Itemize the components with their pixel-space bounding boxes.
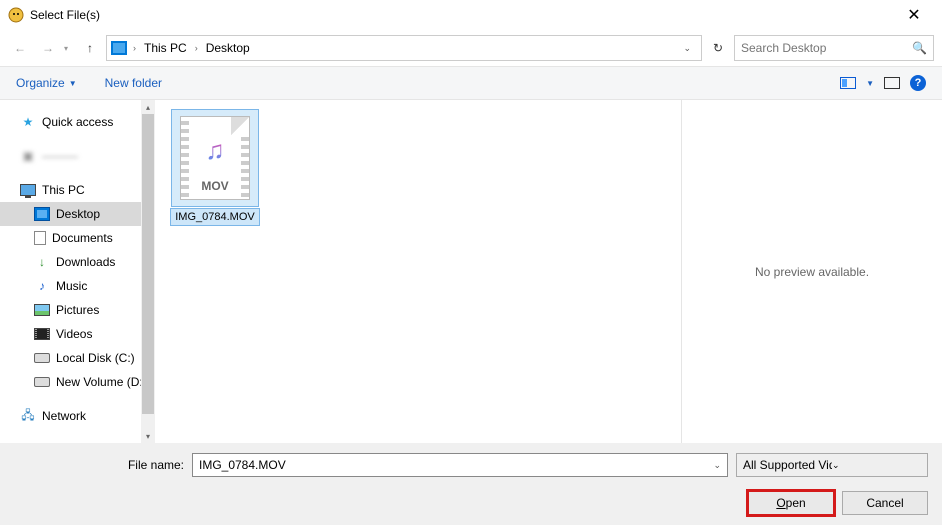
download-icon: ↓ <box>34 255 50 269</box>
scroll-up-icon[interactable]: ▴ <box>141 100 155 114</box>
music-note-icon: ♫ <box>181 135 249 166</box>
music-icon: ♪ <box>34 279 50 293</box>
toolbar: Organize ▼ New folder ▼ ? <box>0 66 942 100</box>
sidebar-item-redacted[interactable]: ▣ ——— <box>0 144 155 168</box>
desktop-icon <box>34 207 50 221</box>
refresh-button[interactable]: ↻ <box>706 36 730 60</box>
forward-button[interactable]: → <box>36 36 60 60</box>
sidebar-label: New Volume (D:) <box>56 375 147 389</box>
filetype-filter[interactable]: All Supported Video Files(*.ts;*. ⌄ <box>736 453 928 477</box>
scroll-thumb[interactable] <box>142 114 154 414</box>
main-area: ★ Quick access ▣ ——— This PC Desktop Doc… <box>0 100 942 443</box>
pc-icon <box>111 41 127 55</box>
close-button[interactable]: ✕ <box>894 5 934 25</box>
sidebar-label: Downloads <box>56 255 115 269</box>
open-button[interactable]: Open <box>748 491 834 515</box>
sidebar-item-quick-access[interactable]: ★ Quick access <box>0 110 155 134</box>
breadcrumb[interactable]: › This PC › Desktop ⌄ <box>106 35 702 61</box>
sidebar-item-homegroup[interactable]: 👥 Homegroup <box>0 438 155 443</box>
sidebar-item-local-disk[interactable]: Local Disk (C:) <box>0 346 155 370</box>
chevron-down-icon[interactable]: ⌄ <box>677 43 697 54</box>
preview-empty-label: No preview available. <box>755 265 869 279</box>
cancel-label: Cancel <box>866 496 903 510</box>
sidebar-label: Pictures <box>56 303 99 317</box>
videos-icon <box>34 328 50 340</box>
pc-icon <box>20 184 36 196</box>
preview-pane-icon[interactable] <box>884 77 900 89</box>
app-icon <box>8 7 24 23</box>
view-mode-icon[interactable] <box>840 77 856 89</box>
sidebar-label: Desktop <box>56 207 100 221</box>
sidebar-label: Quick access <box>42 115 113 129</box>
open-rest: pen <box>786 496 806 510</box>
nav-bar: ← → ▾ ↑ › This PC › Desktop ⌄ ↻ 🔍 <box>0 30 942 66</box>
sidebar-item-videos[interactable]: Videos <box>0 322 155 346</box>
sidebar-item-this-pc[interactable]: This PC <box>0 178 155 202</box>
chevron-down-icon[interactable]: ⌄ <box>707 460 721 471</box>
history-dropdown-icon[interactable]: ▾ <box>64 44 74 53</box>
breadcrumb-this-pc[interactable]: This PC <box>142 41 189 55</box>
new-folder-label: New folder <box>105 76 162 90</box>
sidebar-label: Music <box>56 279 87 293</box>
preview-pane: No preview available. <box>682 100 942 443</box>
disk-icon <box>34 377 50 387</box>
filename-combobox[interactable]: ⌄ <box>192 453 728 477</box>
search-box[interactable]: 🔍 <box>734 35 934 61</box>
sidebar-item-downloads[interactable]: ↓ Downloads <box>0 250 155 274</box>
sidebar: ★ Quick access ▣ ——— This PC Desktop Doc… <box>0 100 155 443</box>
file-thumbnail: ♫ MOV <box>172 110 258 206</box>
sidebar-item-new-volume[interactable]: New Volume (D:) <box>0 370 155 394</box>
up-button[interactable]: ↑ <box>78 36 102 60</box>
filter-label: All Supported Video Files(*.ts;*. <box>743 458 832 472</box>
sidebar-item-pictures[interactable]: Pictures <box>0 298 155 322</box>
disk-icon <box>34 353 50 363</box>
sidebar-item-music[interactable]: ♪ Music <box>0 274 155 298</box>
scroll-down-icon[interactable]: ▾ <box>141 429 155 443</box>
organize-label: Organize <box>16 76 65 90</box>
document-icon <box>34 231 46 245</box>
pictures-icon <box>34 304 50 316</box>
chevron-down-icon[interactable]: ▼ <box>866 79 874 88</box>
cancel-button[interactable]: Cancel <box>842 491 928 515</box>
network-icon: 🖧 <box>20 409 36 423</box>
sidebar-label: Local Disk (C:) <box>56 351 135 365</box>
chevron-down-icon: ▼ <box>69 79 77 88</box>
sidebar-scrollbar[interactable]: ▴ ▾ <box>141 100 155 443</box>
chevron-right-icon: › <box>193 43 200 53</box>
sidebar-label: Network <box>42 409 86 423</box>
file-list[interactable]: ♫ MOV IMG_0784.MOV <box>155 100 682 443</box>
back-button[interactable]: ← <box>8 36 32 60</box>
search-icon: 🔍 <box>912 41 927 55</box>
new-folder-button[interactable]: New folder <box>105 76 162 90</box>
window-title: Select File(s) <box>30 8 894 22</box>
file-name-label: IMG_0784.MOV <box>170 208 259 226</box>
sidebar-label: This PC <box>42 183 85 197</box>
sidebar-item-desktop[interactable]: Desktop <box>0 202 155 226</box>
filename-label: File name: <box>14 458 184 472</box>
open-underline: O <box>776 496 785 510</box>
filename-input[interactable] <box>199 458 707 472</box>
file-item[interactable]: ♫ MOV IMG_0784.MOV <box>165 110 265 226</box>
title-bar: Select File(s) ✕ <box>0 0 942 30</box>
generic-icon: ▣ <box>20 149 36 163</box>
chevron-right-icon: › <box>131 43 138 53</box>
star-icon: ★ <box>20 115 36 129</box>
footer: File name: ⌄ All Supported Video Files(*… <box>0 443 942 525</box>
organize-menu[interactable]: Organize ▼ <box>16 76 77 90</box>
sidebar-item-network[interactable]: 🖧 Network <box>0 404 155 428</box>
sidebar-label: ——— <box>42 149 78 163</box>
search-input[interactable] <box>741 41 912 55</box>
chevron-down-icon: ⌄ <box>832 460 921 471</box>
breadcrumb-desktop[interactable]: Desktop <box>204 41 252 55</box>
sidebar-label: Videos <box>56 327 92 341</box>
help-icon[interactable]: ? <box>910 75 926 91</box>
sidebar-label: Documents <box>52 231 113 245</box>
sidebar-item-documents[interactable]: Documents <box>0 226 155 250</box>
file-ext-badge: MOV <box>181 179 249 193</box>
